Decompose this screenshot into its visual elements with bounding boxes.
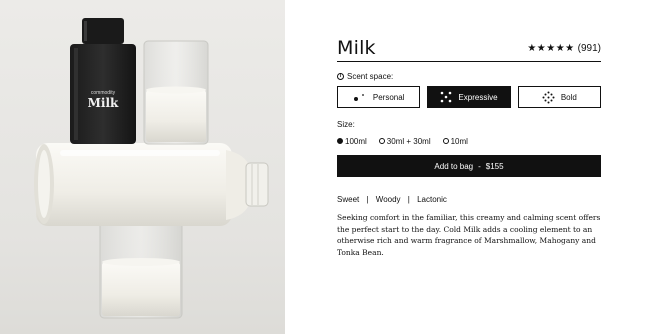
bold-icon [542,91,555,103]
scent-notes: Sweet | Woody | Lactonic [337,195,601,205]
radio-selected-icon[interactable] [337,138,343,144]
size-options: 100ml 30ml + 30ml 10ml [337,135,601,147]
radio-icon[interactable] [442,138,449,144]
personal-icon [353,94,364,101]
note-separator: | [407,195,410,204]
size-option-label: 100ml [345,136,367,146]
perfume-bottle: commodity Milk [70,18,136,144]
scent-option-personal[interactable]: Personal [337,86,421,108]
top-glass [143,40,209,145]
expressive-icon [441,91,452,103]
scent-option-label: Bold [560,92,577,102]
product-description: Seeking comfort in the familiar, this cr… [337,213,601,257]
size-option-label: 30ml + 30ml [386,136,431,146]
title-row: Milk ★★★★★ (991) [337,36,601,58]
bottom-glass [99,221,183,319]
bottle-name-text: Milk [88,96,119,110]
size-label: Size: [337,120,355,129]
price: $155 [485,161,504,171]
note-woody: Woody [375,195,401,204]
size-option-label: 10ml [450,136,468,146]
size-option-10ml[interactable]: 10ml [442,136,468,146]
product-panel: Milk ★★★★★ (991) i Scent space: Personal [337,36,601,258]
scent-space-options: Personal Expressive Bold [337,86,601,108]
scent-space-text: Scent space: [347,71,394,81]
size-option-30ml-30ml[interactable]: 30ml + 30ml [378,136,431,146]
milk-bottle [34,143,269,226]
scent-option-label: Expressive [458,92,498,102]
divider [337,61,601,62]
size-option-100ml[interactable]: 100ml [337,137,367,146]
scent-space-label: i Scent space: [337,71,601,81]
note-sweet: Sweet [337,195,360,204]
add-to-bag-label: Add to bag [434,161,474,171]
scent-option-bold[interactable]: Bold [517,86,601,108]
radio-icon[interactable] [378,138,385,144]
scent-option-expressive[interactable]: Expressive [427,86,511,108]
price-separator: - [478,161,481,171]
rating[interactable]: ★★★★★ (991) [527,43,601,58]
add-to-bag-button[interactable]: Add to bag - $155 [337,155,601,177]
scent-option-label: Personal [372,92,405,102]
star-rating-icon: ★★★★★ [527,43,575,54]
info-icon[interactable]: i [337,72,344,80]
review-count[interactable]: (991) [578,43,601,55]
note-separator: | [366,195,369,204]
product-hero-image: commodity Milk [0,0,285,334]
note-lactonic: Lactonic [417,195,447,204]
product-title: Milk [337,37,376,59]
